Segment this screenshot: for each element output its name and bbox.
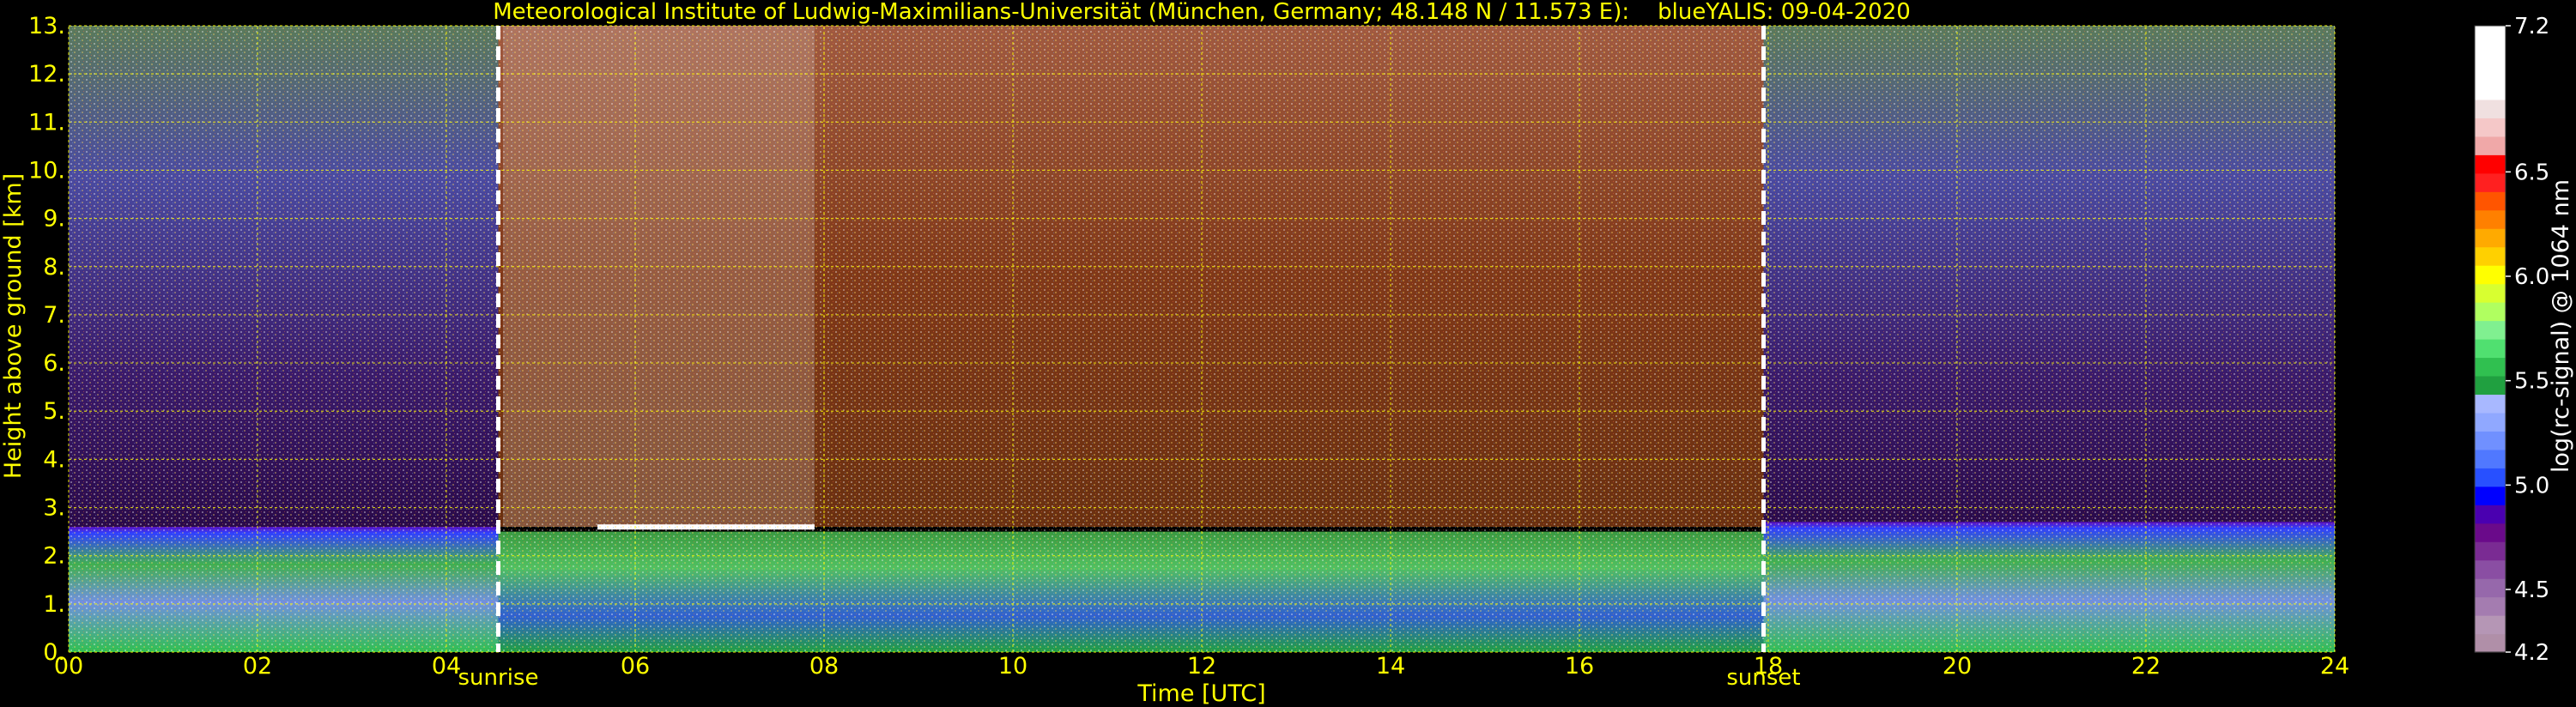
colorbar-segment <box>2475 375 2506 396</box>
y-tick-label: 6. <box>43 350 65 377</box>
y-tick-label: 7. <box>43 302 65 329</box>
colorbar-segment <box>2475 431 2506 450</box>
colorbar-tick-label: 4.2 <box>2514 640 2549 666</box>
colorbar-tick-label: 6.5 <box>2514 160 2549 185</box>
colorbar-segment <box>2475 394 2506 414</box>
colorbar-segment <box>2475 246 2506 266</box>
y-tick-label: 10. <box>28 157 65 184</box>
colorbar: 4.2 4.5 5.0 5.5 6.0 6.5 7.2 <box>2474 14 2549 666</box>
x-tick-label: 06 <box>621 653 650 680</box>
y-tick-label: 9. <box>43 206 65 233</box>
y-tick-label: 0. <box>43 639 65 666</box>
colorbar-segment <box>2475 44 2506 63</box>
colorbar-segment <box>2475 62 2506 82</box>
colorbar-segment <box>2475 505 2506 524</box>
colorbar-segment <box>2475 283 2506 303</box>
colorbar-segment <box>2475 81 2506 100</box>
y-tick-label: 4. <box>43 446 65 473</box>
colorbar-segment <box>2475 468 2506 487</box>
colorbar-segment <box>2475 357 2506 377</box>
x-tick-label: 14 <box>1376 653 1405 680</box>
colorbar-segment <box>2475 228 2506 248</box>
colorbar-label: log(rc-signal) @ 1064 nm <box>2548 179 2574 473</box>
x-tick-label: 22 <box>2131 653 2161 680</box>
x-tick-label: 08 <box>809 653 839 680</box>
colorbar-segment <box>2475 320 2506 340</box>
colorbar-segment <box>2475 136 2506 155</box>
sunrise-label: sunrise <box>458 665 539 691</box>
colorbar-segment <box>2475 99 2506 118</box>
colorbar-segment <box>2475 26 2506 45</box>
colorbar-segment <box>2475 449 2506 468</box>
colorbar-segment <box>2475 265 2506 285</box>
x-axis-label: Time [UTC] <box>1136 680 1265 707</box>
colorbar-segment <box>2475 596 2506 616</box>
colorbar-segment <box>2475 209 2506 229</box>
colorbar-segment <box>2475 541 2506 561</box>
colorbar-segment <box>2475 486 2506 505</box>
x-tick-label: 12 <box>1187 653 1216 680</box>
colorbar-tick-label: 5.5 <box>2514 369 2549 395</box>
y-tick-label: 12. <box>28 61 65 88</box>
colorbar-segment <box>2475 172 2506 192</box>
colorbar-tick-label: 6.0 <box>2514 264 2549 290</box>
colorbar-segment <box>2475 578 2506 598</box>
x-tick-label: 02 <box>243 653 272 680</box>
colorbar-tick-label: 7.2 <box>2514 14 2549 39</box>
lidar-chart: sunrise sunset 00 02 04 06 08 10 12 14 16 18 20 22 24… <box>0 0 2574 707</box>
y-tick-label: 13. <box>28 13 65 39</box>
colorbar-segment <box>2475 615 2506 635</box>
y-axis-label: Height above ground [km] <box>0 173 27 479</box>
y-tick-label: 5. <box>43 398 65 425</box>
colorbar-segment <box>2475 339 2506 359</box>
colorbar-tick-label: 5.0 <box>2514 473 2549 499</box>
colorbar-segment <box>2475 412 2506 432</box>
colorbar-segment <box>2475 154 2506 174</box>
x-tick-label: 16 <box>1565 653 1594 680</box>
y-tick-label: 11. <box>28 109 65 136</box>
x-tick-label: 24 <box>2320 653 2349 680</box>
y-tick-label: 2. <box>43 543 65 570</box>
y-tick-label: 8. <box>43 254 65 281</box>
colorbar-segment <box>2475 559 2506 579</box>
colorbar-segment <box>2475 523 2506 542</box>
x-tick-label: 10 <box>998 653 1027 680</box>
x-tick-label: 18 <box>1754 653 1783 680</box>
y-tick-label: 1. <box>43 591 65 618</box>
x-tick-label: 20 <box>1943 653 1972 680</box>
y-tick-label: 3. <box>43 495 65 522</box>
colorbar-segment <box>2475 118 2506 137</box>
colorbar-segment <box>2475 191 2506 211</box>
chart-title: Meteorological Institute of Ludwig-Maxim… <box>493 0 1911 25</box>
colorbar-segment <box>2475 633 2506 653</box>
x-tick-label: 04 <box>432 653 461 680</box>
colorbar-segment <box>2475 302 2506 322</box>
colorbar-tick-label: 4.5 <box>2514 577 2549 603</box>
